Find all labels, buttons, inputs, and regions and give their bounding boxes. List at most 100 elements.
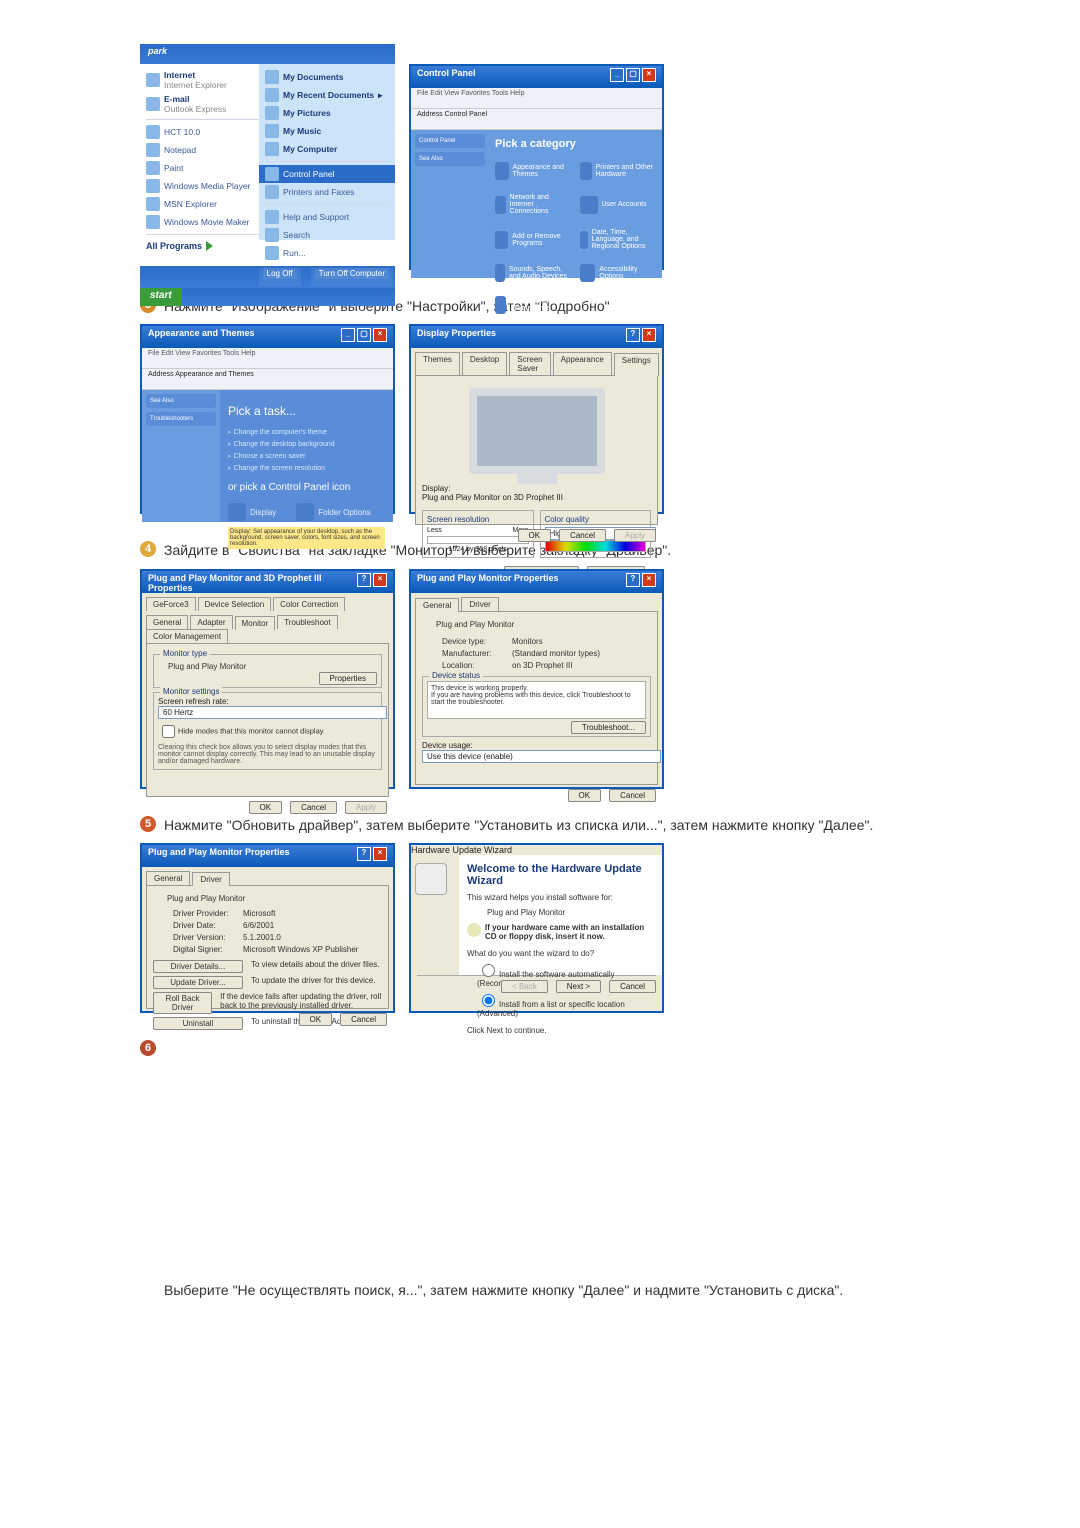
start-item[interactable]: My Computer [265, 140, 389, 158]
wizard-option-list[interactable]: Install from a list or specific location… [477, 991, 654, 1018]
task-link[interactable]: Change the screen resolution [228, 464, 385, 472]
cancel-button[interactable]: Cancel [609, 789, 656, 802]
cancel-button[interactable]: Cancel [340, 1013, 387, 1026]
tab-driver[interactable]: Driver [192, 872, 229, 886]
next-button[interactable]: Next > [556, 980, 601, 993]
task-link[interactable]: Change the computer's theme [228, 428, 385, 436]
perf-icon [495, 296, 506, 314]
ok-button[interactable]: OK [249, 801, 283, 814]
start-item[interactable]: Windows Movie Maker [146, 213, 271, 231]
start-item[interactable]: My Documents [265, 68, 389, 86]
back-button[interactable]: < Back [501, 980, 548, 993]
refresh-select[interactable]: 60 Hertz [158, 706, 387, 719]
close-icon[interactable]: × [373, 847, 387, 861]
cancel-button[interactable]: Cancel [559, 529, 606, 542]
start-item[interactable]: My Recent Documents ▸ [265, 86, 389, 104]
maximize-icon[interactable]: ▢ [626, 68, 640, 82]
troubleshoot-button[interactable]: Troubleshoot... [571, 721, 646, 734]
ok-button[interactable]: OK [568, 789, 602, 802]
minimize-icon[interactable]: _ [341, 328, 355, 342]
help-icon[interactable]: ? [626, 573, 640, 587]
help-icon[interactable]: ? [357, 573, 371, 587]
help-icon[interactable]: ? [626, 328, 640, 342]
tab[interactable]: GeForce3 [146, 597, 196, 611]
start-item[interactable]: Notepad [146, 141, 271, 159]
uninstall-button[interactable]: Uninstall [153, 1017, 243, 1030]
cancel-button[interactable]: Cancel [290, 801, 337, 814]
tab[interactable]: Color Correction [273, 597, 345, 611]
start-item[interactable]: My Music [265, 122, 389, 140]
tab[interactable]: Device Selection [198, 597, 272, 611]
tab-screensaver[interactable]: Screen Saver [509, 352, 550, 375]
folder-icon [296, 503, 314, 521]
address-bar[interactable]: Address Appearance and Themes [142, 369, 393, 390]
tab-desktop[interactable]: Desktop [462, 352, 507, 375]
cp-category[interactable]: Performance and Maintenance [495, 296, 572, 314]
close-icon[interactable]: × [642, 328, 656, 342]
shutdown-button[interactable]: Turn Off Computer [311, 268, 393, 286]
start-item[interactable]: Help and Support [265, 208, 389, 226]
cp-icon [265, 167, 279, 181]
tab-general[interactable]: General [146, 871, 190, 885]
menubar[interactable]: File Edit View Favorites Tools Help [411, 88, 662, 109]
cp-category[interactable]: Network and Internet Connections [495, 194, 572, 215]
start-item[interactable]: Windows Media Player [146, 177, 271, 195]
start-item[interactable]: My Pictures [265, 104, 389, 122]
start-item[interactable]: Printers and Faxes [265, 183, 389, 201]
tab-driver[interactable]: Driver [461, 597, 498, 611]
help-icon[interactable]: ? [357, 847, 371, 861]
menubar[interactable]: File Edit View Favorites Tools Help [142, 348, 393, 369]
start-item[interactable]: HCT 10.0 [146, 123, 271, 141]
all-programs[interactable]: All Programs [146, 241, 271, 251]
maximize-icon[interactable]: ▢ [357, 328, 371, 342]
apply-button[interactable]: Apply [614, 529, 656, 542]
ok-button[interactable]: OK [299, 1013, 333, 1026]
ok-button[interactable]: OK [518, 529, 552, 542]
cp-category[interactable]: Appearance and Themes [495, 162, 572, 180]
pics-icon [265, 106, 279, 120]
tab-themes[interactable]: Themes [415, 352, 460, 375]
start-item[interactable]: MSN Explorer [146, 195, 271, 213]
tab-monitor[interactable]: Monitor [235, 616, 276, 630]
cp-category[interactable]: Add or Remove Programs [495, 229, 572, 250]
start-button[interactable]: start [140, 288, 182, 306]
tab[interactable]: Troubleshoot [277, 615, 337, 629]
properties-button[interactable]: Properties [319, 672, 377, 685]
close-icon[interactable]: × [642, 573, 656, 587]
tab[interactable]: Adapter [190, 615, 232, 629]
tab-appearance[interactable]: Appearance [553, 352, 612, 375]
cp-category[interactable]: Accessibility Options [580, 264, 657, 282]
tab-general[interactable]: General [415, 598, 459, 612]
hide-modes-checkbox[interactable]: Hide modes that this monitor cannot disp… [158, 722, 377, 741]
folder-options-link[interactable]: Folder Options [296, 503, 370, 521]
cp-category[interactable]: Date, Time, Language, and Regional Optio… [580, 229, 657, 250]
display-icon-link[interactable]: Display [228, 503, 276, 521]
start-item[interactable]: Paint [146, 159, 271, 177]
tab-settings[interactable]: Settings [614, 353, 659, 376]
task-link[interactable]: Choose a screen saver [228, 452, 385, 460]
start-item[interactable]: Run... [265, 244, 389, 262]
address-bar[interactable]: Address Control Panel [411, 109, 662, 130]
close-icon[interactable]: × [373, 328, 387, 342]
logoff-button[interactable]: Log Off [259, 268, 301, 286]
cancel-button[interactable]: Cancel [609, 980, 656, 993]
cp-category[interactable]: User Accounts [580, 194, 657, 215]
resolution-slider[interactable] [427, 536, 529, 544]
cp-category[interactable]: Sounds, Speech, and Audio Devices [495, 264, 572, 282]
device-usage-select[interactable]: Use this device (enable) [422, 750, 661, 763]
start-item-control-panel[interactable]: Control Panel [259, 165, 395, 183]
minimize-icon[interactable]: _ [610, 68, 624, 82]
start-item[interactable]: Search [265, 226, 389, 244]
update-driver-button[interactable]: Update Driver... [153, 976, 243, 989]
tab[interactable]: General [146, 615, 188, 629]
apply-button[interactable]: Apply [345, 801, 387, 814]
tab[interactable]: Color Management [146, 629, 228, 643]
start-item-email[interactable]: E-mailOutlook Express [146, 92, 271, 116]
close-icon[interactable]: × [642, 68, 656, 82]
close-icon[interactable]: × [373, 573, 387, 587]
start-item-internet[interactable]: InternetInternet Explorer [146, 68, 271, 92]
task-link[interactable]: Change the desktop background [228, 440, 385, 448]
cp-category[interactable]: Printers and Other Hardware [580, 162, 657, 180]
rollback-button[interactable]: Roll Back Driver [153, 992, 212, 1014]
driver-details-button[interactable]: Driver Details... [153, 960, 243, 973]
